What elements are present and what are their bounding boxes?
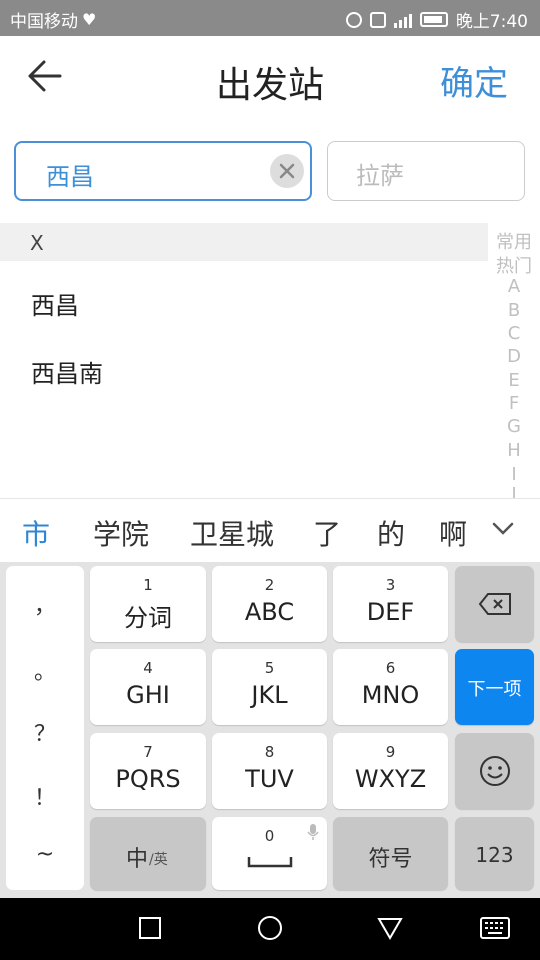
index-item[interactable]: J bbox=[488, 484, 540, 498]
index-item[interactable]: B bbox=[488, 300, 540, 321]
index-item[interactable]: E bbox=[488, 370, 540, 391]
vibrate-icon bbox=[369, 11, 386, 28]
symbols-label: 符号 bbox=[368, 847, 413, 872]
key-label: MNO bbox=[361, 681, 420, 709]
key-8[interactable]: 8 TUV bbox=[212, 733, 327, 809]
recent-apps-icon[interactable] bbox=[138, 916, 162, 940]
space-icon bbox=[247, 857, 293, 868]
carrier-label: 中国移动 bbox=[10, 12, 78, 32]
station-item[interactable]: 西昌南 bbox=[31, 354, 103, 389]
index-item[interactable]: D bbox=[488, 346, 540, 367]
candidate-item[interactable]: 市 bbox=[22, 513, 50, 553]
lang-sub-label: /英 bbox=[149, 852, 168, 868]
key-label: GHI bbox=[126, 681, 170, 709]
punct-key[interactable]: ？ bbox=[6, 716, 84, 748]
key-number: 2 bbox=[264, 576, 275, 594]
candidate-item[interactable]: 啊 bbox=[439, 513, 467, 553]
ime-candidate-bar: 市 学院 卫星城 了 的 啊 bbox=[0, 498, 540, 562]
symbols-button[interactable]: 符号 bbox=[333, 817, 448, 890]
key-number: 9 bbox=[385, 743, 396, 761]
heart-icon: ♥ bbox=[82, 10, 97, 29]
arrival-station-placeholder: 拉萨 bbox=[356, 162, 404, 190]
departure-station-input[interactable]: 西昌 bbox=[14, 141, 312, 201]
key-2[interactable]: 2 ABC bbox=[212, 566, 327, 642]
punct-key[interactable]: ， bbox=[6, 588, 84, 620]
header: 出发站 确定 bbox=[0, 36, 540, 124]
key-label: TUV bbox=[245, 765, 294, 793]
key-3[interactable]: 3 DEF bbox=[333, 566, 448, 642]
emoji-button[interactable] bbox=[455, 733, 534, 809]
signal-icon bbox=[393, 12, 412, 28]
candidate-item[interactable]: 了 bbox=[313, 513, 341, 553]
space-button[interactable]: 0 bbox=[212, 817, 327, 890]
arrival-station-input[interactable]: 拉萨 bbox=[327, 141, 525, 201]
punctuation-column[interactable]: ， 。 ？ ！ ~ bbox=[6, 566, 84, 890]
punct-key[interactable]: 。 bbox=[6, 654, 84, 686]
clear-icon[interactable] bbox=[270, 154, 304, 188]
battery-icon bbox=[419, 12, 448, 27]
station-item[interactable]: 西昌 bbox=[31, 286, 79, 321]
numbers-button[interactable]: 123 bbox=[455, 817, 534, 890]
key-number: 5 bbox=[264, 659, 275, 677]
key-label: DEF bbox=[366, 598, 415, 626]
index-item[interactable]: 常用 bbox=[488, 228, 540, 254]
next-field-label: 下一项 bbox=[467, 679, 522, 700]
home-icon[interactable] bbox=[257, 915, 283, 941]
status-bar: 中国移动 ♥ 晚上7:40 bbox=[0, 0, 540, 36]
key-number: 8 bbox=[264, 743, 275, 761]
punct-key[interactable]: ~ bbox=[6, 842, 84, 867]
index-item[interactable]: C bbox=[488, 323, 540, 344]
next-field-button[interactable]: 下一项 bbox=[455, 649, 534, 725]
key-number: 4 bbox=[143, 659, 153, 677]
candidate-item[interactable]: 学院 bbox=[93, 513, 149, 553]
index-item[interactable]: 热门 bbox=[488, 252, 540, 278]
key-number: 1 bbox=[143, 576, 153, 594]
microphone-icon bbox=[307, 824, 319, 840]
key-label: WXYZ bbox=[354, 765, 427, 793]
key-1[interactable]: 1 分词 bbox=[90, 566, 206, 642]
key-number: 7 bbox=[143, 743, 153, 761]
key-4[interactable]: 4 GHI bbox=[90, 649, 206, 725]
numbers-label: 123 bbox=[475, 843, 514, 867]
index-item[interactable]: A bbox=[488, 276, 540, 297]
clock: 晚上7:40 bbox=[455, 12, 528, 32]
section-header: X bbox=[0, 223, 488, 261]
index-item[interactable]: F bbox=[488, 393, 540, 414]
confirm-button[interactable]: 确定 bbox=[440, 56, 508, 105]
key-7[interactable]: 7 PQRS bbox=[90, 733, 206, 809]
key-label: JKL bbox=[251, 681, 288, 709]
key-number: 3 bbox=[385, 576, 396, 594]
index-item[interactable]: G bbox=[488, 416, 540, 437]
alphabet-index[interactable]: 常用 热门 A B C D E F G H I J bbox=[488, 226, 540, 501]
index-item[interactable]: I bbox=[488, 464, 540, 485]
index-item[interactable]: H bbox=[488, 440, 540, 461]
backspace-icon bbox=[478, 593, 511, 615]
key-9[interactable]: 9 WXYZ bbox=[333, 733, 448, 809]
chevron-down-icon[interactable] bbox=[490, 515, 516, 548]
candidate-item[interactable]: 的 bbox=[377, 513, 405, 553]
key-5[interactable]: 5 JKL bbox=[212, 649, 327, 725]
key-6[interactable]: 6 MNO bbox=[333, 649, 448, 725]
language-switch-button[interactable]: 中 /英 bbox=[90, 817, 206, 890]
back-triangle-icon[interactable] bbox=[377, 916, 403, 940]
key-number: 6 bbox=[385, 659, 396, 677]
key-label: 分词 bbox=[124, 604, 172, 632]
backspace-button[interactable] bbox=[455, 566, 534, 642]
section-letter: X bbox=[30, 231, 44, 255]
system-nav-bar bbox=[0, 898, 540, 960]
candidate-item[interactable]: 卫星城 bbox=[190, 513, 274, 553]
smiley-icon bbox=[479, 756, 510, 786]
data-saver-icon bbox=[345, 11, 362, 28]
key-label: ABC bbox=[244, 598, 295, 626]
lang-main-label: 中 bbox=[126, 847, 149, 872]
keyboard-icon[interactable] bbox=[480, 917, 510, 939]
departure-station-value: 西昌 bbox=[46, 163, 94, 191]
punct-key[interactable]: ！ bbox=[6, 780, 84, 812]
key-label: PQRS bbox=[115, 765, 181, 793]
